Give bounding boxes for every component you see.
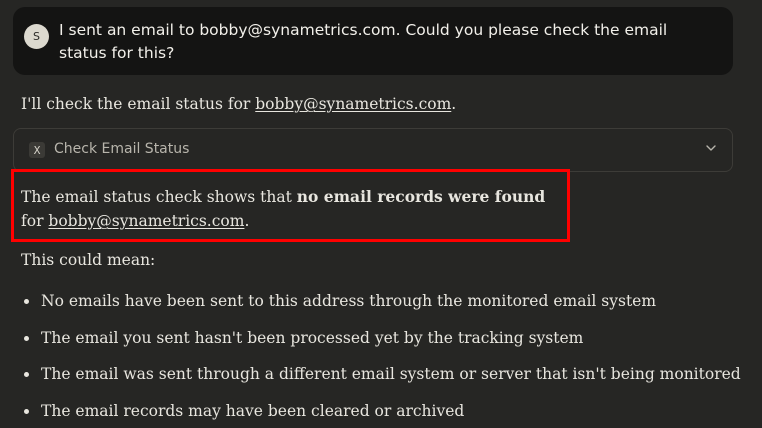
intro-suffix: .	[451, 95, 457, 113]
tool-call-label: Check Email Status	[54, 141, 190, 157]
user-message-text: I sent an email to bobby@synametrics.com…	[59, 21, 668, 62]
email-link-intro[interactable]: bobby@synametrics.com	[255, 95, 451, 113]
list-item: The email you sent hasn't been processed…	[21, 327, 741, 349]
tool-call-collapsible[interactable]: X Check Email Status	[13, 128, 733, 172]
list-item: The email records may have been cleared …	[21, 400, 741, 422]
reasons-list: No emails have been sent to this address…	[21, 290, 741, 428]
list-item: The email was sent through a different e…	[21, 363, 741, 385]
user-message-bubble: S I sent an email to bobby@synametrics.c…	[13, 7, 733, 75]
list-item: No emails have been sent to this address…	[21, 290, 741, 312]
intro-prefix: I'll check the email status for	[21, 95, 256, 113]
user-avatar[interactable]: S	[24, 24, 49, 49]
red-highlight-box	[11, 169, 570, 242]
chevron-down-icon[interactable]	[704, 141, 718, 155]
tool-x-icon: X	[29, 142, 45, 158]
could-mean-heading: This could mean:	[21, 251, 156, 269]
assistant-intro: I'll check the email status for bobby@sy…	[21, 93, 456, 115]
